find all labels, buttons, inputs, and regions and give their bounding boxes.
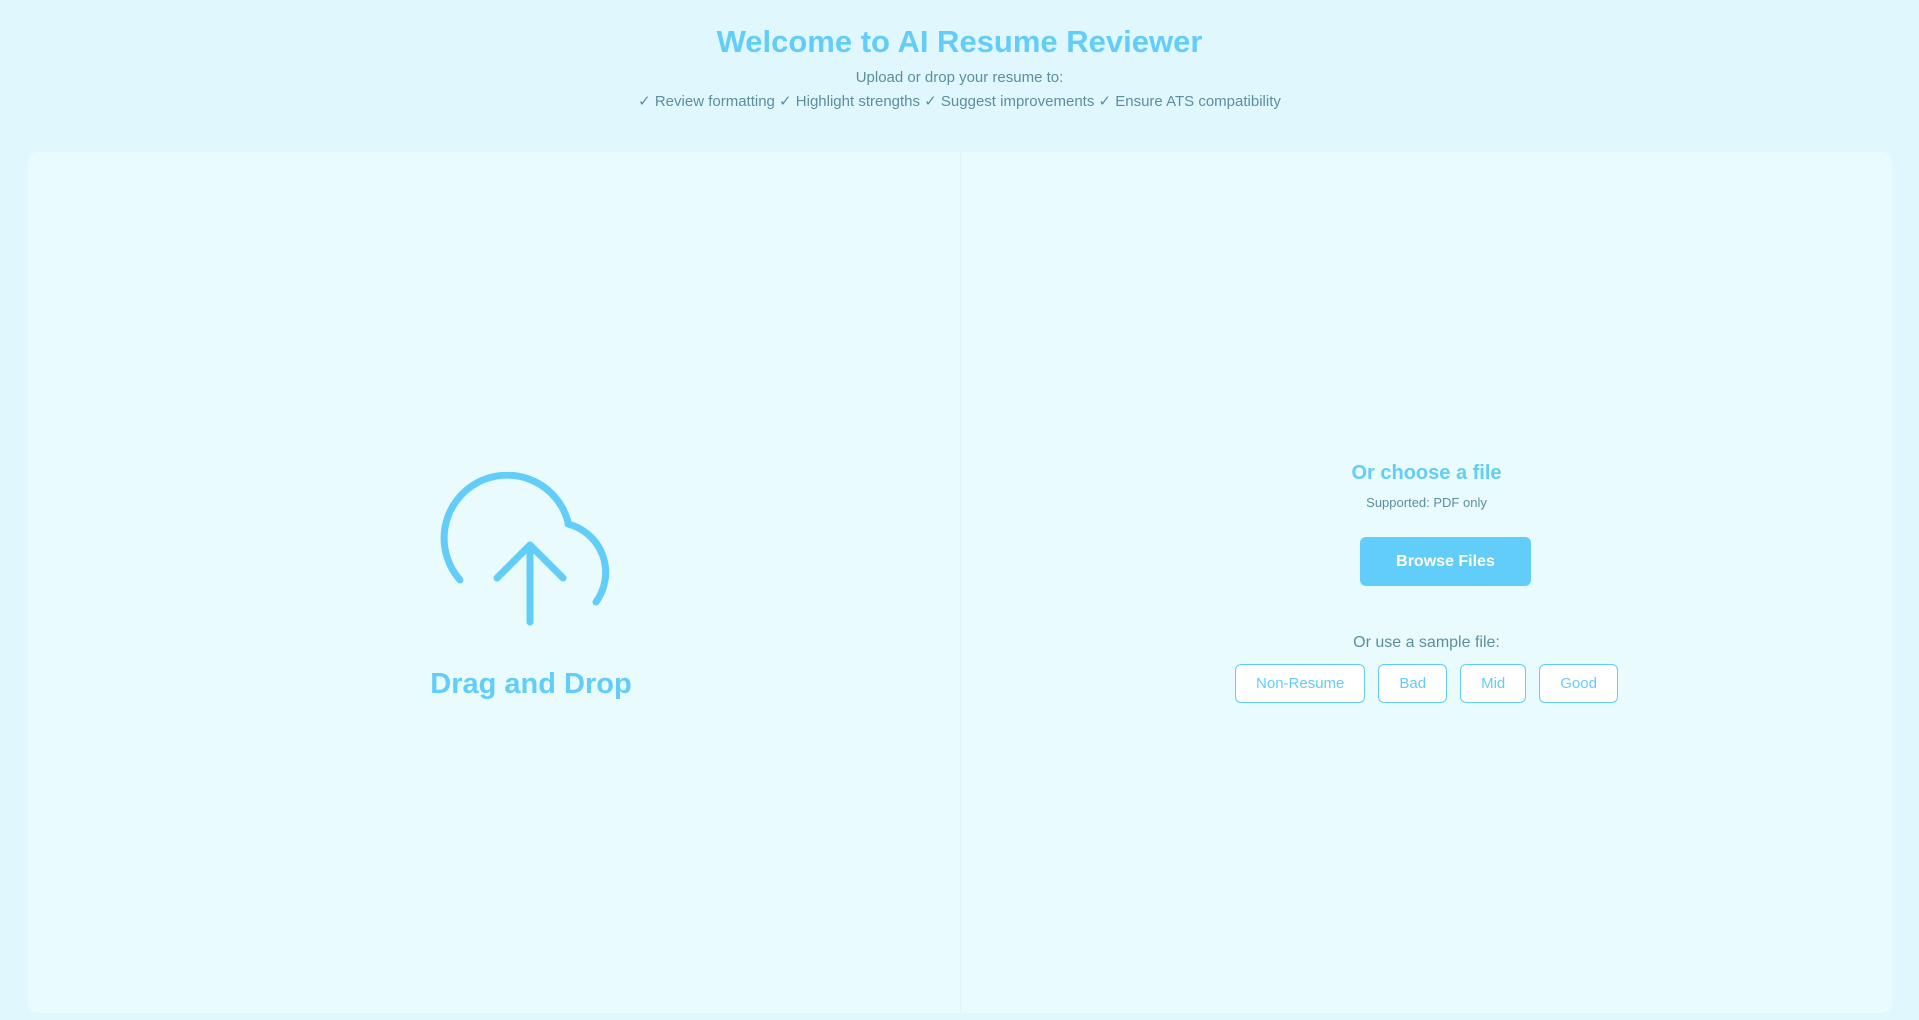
sample-bad-button[interactable]: Bad bbox=[1378, 664, 1448, 703]
sample-good-button[interactable]: Good bbox=[1539, 664, 1618, 703]
file-chooser-panel: Or choose a file Supported: PDF only Bro… bbox=[961, 152, 1892, 1013]
drag-and-drop-label: Drag and Drop bbox=[430, 668, 632, 700]
choose-file-heading: Or choose a file bbox=[1351, 462, 1502, 484]
feature-list: ✓ Review formatting ✓ Highlight strength… bbox=[638, 93, 1281, 110]
sample-non-resume-button[interactable]: Non-Resume bbox=[1235, 664, 1366, 703]
browse-files-button[interactable]: Browse Files bbox=[1360, 537, 1531, 586]
page-title: Welcome to AI Resume Reviewer bbox=[716, 24, 1203, 59]
page-header: Welcome to AI Resume Reviewer Upload or … bbox=[0, 0, 1919, 150]
supported-formats-note: Supported: PDF only bbox=[1366, 495, 1487, 510]
cloud-upload-icon bbox=[440, 472, 610, 626]
sample-file-buttons: Non-Resume Bad Mid Good bbox=[961, 664, 1892, 704]
sample-mid-button[interactable]: Mid bbox=[1460, 664, 1527, 703]
upload-card: Drag and Drop Or choose a file Supported… bbox=[28, 152, 1892, 1013]
sample-file-label: Or use a sample file: bbox=[1353, 634, 1500, 651]
page-subtitle: Upload or drop your resume to: bbox=[855, 69, 1064, 86]
drop-zone[interactable]: Drag and Drop bbox=[28, 152, 960, 1013]
